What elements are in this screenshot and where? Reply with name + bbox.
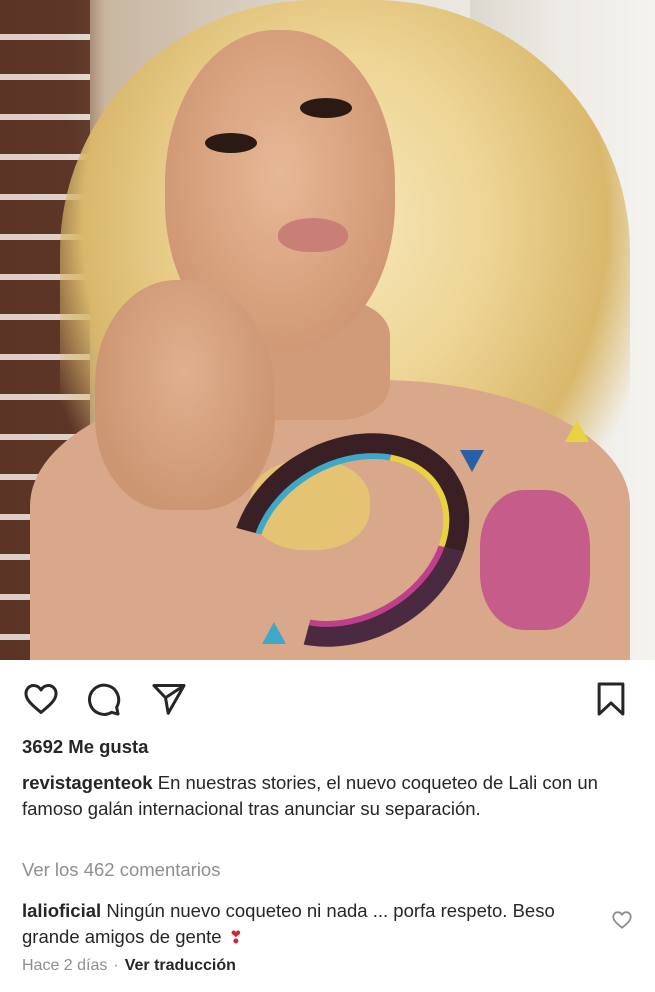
top-pattern-triangle [262,622,286,644]
save-button[interactable] [588,676,634,722]
comment-timestamp: Hace 2 días [22,957,108,974]
top-pattern-triangle [460,450,484,472]
comment-username[interactable]: lalioficial [22,900,101,921]
comment-button[interactable] [80,676,126,722]
instagram-post: 3692 Me gusta revistagenteok En nuestras… [0,0,655,992]
likes-count[interactable]: 3692 Me gusta [22,736,148,758]
action-bar [0,660,655,736]
translate-link[interactable]: Ver traducción [125,957,236,974]
eye-shape [300,98,352,118]
top-pattern-triangle [565,420,589,442]
hand-shape [95,280,275,510]
eye-shape [205,133,257,153]
paper-plane-icon [152,684,186,715]
comment-meta: Hace 2 días · Ver traducción [22,957,236,975]
meta-separator: · [113,957,119,974]
heart-exclamation-emoji: ❣ [228,928,243,947]
bookmark-icon [597,682,625,716]
post-caption: revistagenteok En nuestras stories, el n… [22,770,632,822]
lips-shape [278,218,348,252]
comment-item: lalioficial Ningún nuevo coqueteo ni nad… [22,898,582,951]
caption-username[interactable]: revistagenteok [22,772,153,793]
like-button[interactable] [18,676,64,722]
comment-like-button[interactable] [611,909,635,933]
top-pattern-pink [480,490,590,630]
post-photo[interactable] [0,0,655,660]
view-comments-link[interactable]: Ver los 462 comentarios [22,859,220,881]
heart-outline-icon [24,684,58,714]
share-button[interactable] [146,676,192,722]
comment-bubble-icon [88,683,121,716]
small-heart-icon [612,911,632,929]
comment-text: Ningún nuevo coqueteo ni nada ... porfa … [22,900,555,947]
